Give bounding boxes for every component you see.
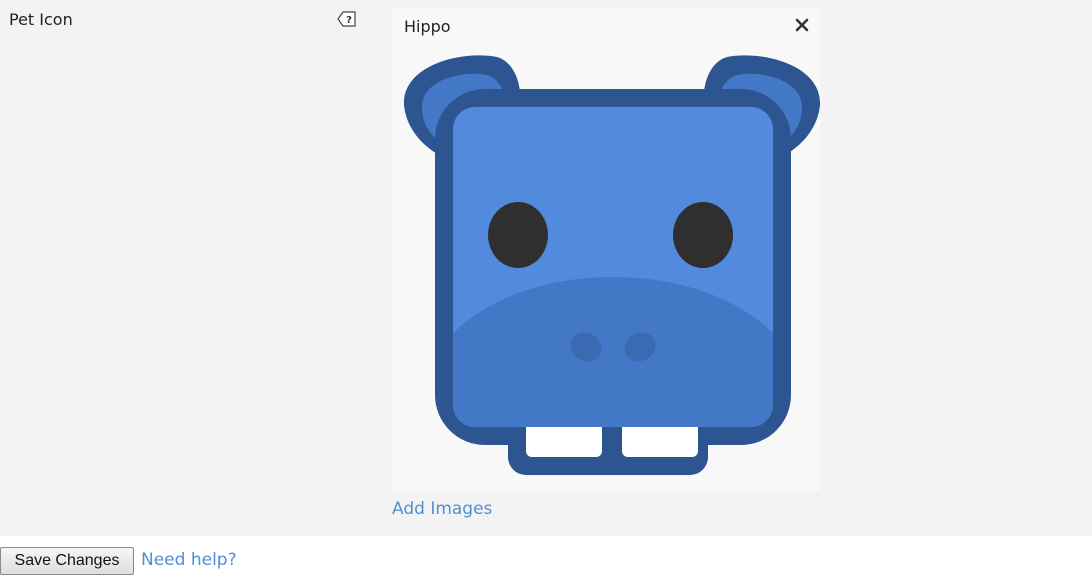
save-changes-button[interactable]: Save Changes: [0, 547, 134, 575]
add-images-link[interactable]: Add Images: [392, 499, 492, 519]
remove-image-button[interactable]: [792, 15, 812, 35]
need-help-link[interactable]: Need help?: [141, 550, 237, 570]
close-icon: [795, 18, 809, 32]
settings-panel: Pet Icon ? Hippo Add Images: [0, 0, 1092, 536]
image-title: Hippo: [404, 17, 451, 36]
svg-text:?: ?: [346, 15, 352, 26]
pet-icon-label: Pet Icon: [9, 10, 73, 29]
help-tooltip-icon[interactable]: ?: [337, 11, 357, 27]
hippo-face-icon: [403, 55, 821, 475]
selected-image-card: Hippo: [392, 9, 821, 491]
